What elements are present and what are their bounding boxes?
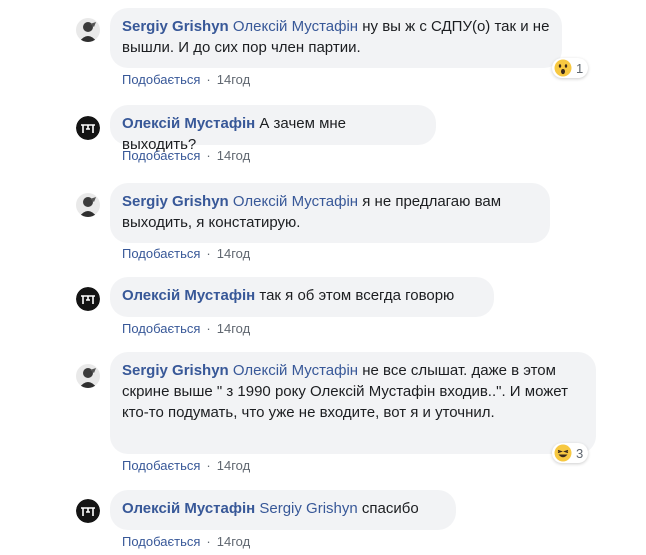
comment-text: так я об этом всегда говорю [259,287,455,304]
tamga-logo-icon [76,287,100,311]
comment-bubble: Олексій Мустафін Sergiy Grishyn спасибо [110,490,456,530]
like-link[interactable]: Подобається [122,72,200,87]
user-photo-icon [76,193,100,217]
comment-author[interactable]: Sergiy Grishyn [122,18,229,35]
comment-bubble: Олексій Мустафін А зачем мне выходить? [110,105,436,153]
tamga-logo-icon [76,116,100,140]
comment-actions: Подобається · 14год [122,72,250,88]
like-link[interactable]: Подобається [122,458,200,473]
avatar[interactable] [76,193,100,217]
tamga-logo-icon [76,499,100,523]
comment-author[interactable]: Олексій Мустафін [122,500,255,517]
comment-mention[interactable]: Олексій Мустафін [233,18,358,35]
avatar[interactable] [76,364,100,388]
separator-dot: · [206,458,211,473]
like-link[interactable]: Подобається [122,534,200,549]
avatar[interactable] [76,499,100,523]
comment-thread: Sergiy Grishyn Олексій Мустафін ну вы ж … [0,0,646,555]
comment-mention[interactable]: Олексій Мустафін [233,362,358,379]
like-link[interactable]: Подобається [122,148,200,163]
comment-timestamp[interactable]: 14год [217,246,250,261]
comment-mention[interactable]: Олексій Мустафін [233,193,358,210]
user-photo-icon [76,18,100,42]
comment-author[interactable]: Олексій Мустафін [122,287,255,304]
reaction-badge[interactable]: 3 [552,443,589,463]
comment-bubble: Sergiy Grishyn Олексій Мустафін не все с… [110,352,596,454]
avatar[interactable] [76,18,100,42]
separator-dot: · [206,321,211,336]
user-photo-icon [76,364,100,388]
avatar[interactable] [76,287,100,311]
like-link[interactable]: Подобається [122,246,200,261]
comment-author[interactable]: Олексій Мустафін [122,115,255,132]
comment-bubble: Sergiy Grishyn Олексій Мустафін я не пре… [110,183,550,243]
avatar[interactable] [76,116,100,140]
reaction-count: 3 [576,445,584,461]
separator-dot: · [206,246,211,261]
comment-text: спасибо [357,500,419,517]
comment-actions: Подобається · 14год [122,148,250,164]
reaction-count: 1 [576,60,584,76]
comment-timestamp[interactable]: 14год [217,458,250,473]
haha-emoji-icon [554,444,572,462]
comment-actions: Подобається · 14год [122,458,250,474]
comment-timestamp[interactable]: 14год [217,534,250,549]
wow-emoji-icon [554,59,572,77]
comment-bubble: Sergiy Grishyn Олексій Мустафін ну вы ж … [110,8,562,68]
comment-timestamp[interactable]: 14год [217,72,250,87]
comment-actions: Подобається · 14год [122,534,250,550]
reaction-badge[interactable]: 1 [552,58,589,78]
comment-actions: Подобається · 14год [122,321,250,337]
like-link[interactable]: Подобається [122,321,200,336]
separator-dot: · [206,72,211,87]
comment-timestamp[interactable]: 14год [217,321,250,336]
comment-actions: Подобається · 14год [122,246,250,262]
comment-author[interactable]: Sergiy Grishyn [122,193,229,210]
comment-timestamp[interactable]: 14год [217,148,250,163]
comment-bubble: Олексій Мустафін так я об этом всегда го… [110,277,494,317]
comment-author[interactable]: Sergiy Grishyn [122,362,229,379]
comment-mention[interactable]: Sergiy Grishyn [259,500,357,517]
separator-dot: · [206,534,211,549]
separator-dot: · [206,148,211,163]
